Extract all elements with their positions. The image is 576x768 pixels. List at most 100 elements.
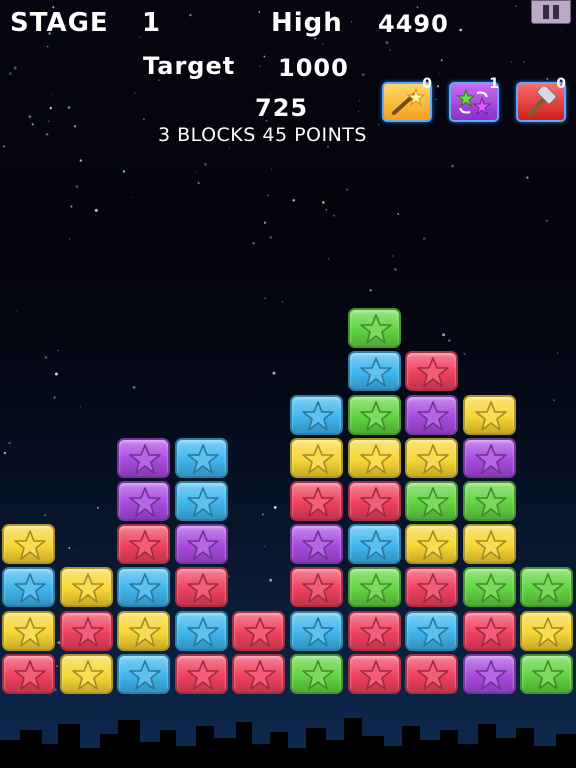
- star-icon: [532, 573, 565, 604]
- star-icon: [302, 573, 334, 604]
- star-block-blue[interactable]: [290, 610, 343, 651]
- star-block-green[interactable]: [347, 394, 401, 435]
- star-icon: [359, 573, 392, 604]
- star-block-green[interactable]: [520, 567, 574, 608]
- star-block-blue[interactable]: [347, 524, 401, 565]
- star-icon: [186, 487, 219, 517]
- game-screen: STAGE 1 High 4490 Target 1000 725 3 BLOC…: [0, 0, 576, 768]
- star-block-purple[interactable]: [290, 524, 343, 565]
- star-block-red[interactable]: [290, 481, 343, 521]
- star-icon: [186, 443, 219, 474]
- star-block-blue[interactable]: [174, 610, 228, 651]
- star-icon: [129, 616, 161, 647]
- star-icon: [186, 659, 219, 690]
- star-block-blue[interactable]: [174, 437, 228, 478]
- star-block-red[interactable]: [290, 567, 343, 608]
- star-icon: [302, 530, 334, 560]
- star-icon: [14, 573, 46, 604]
- star-block-yellow[interactable]: [520, 610, 574, 651]
- star-icon: [14, 530, 46, 560]
- star-block-red[interactable]: [405, 351, 459, 392]
- star-block-yellow[interactable]: [59, 653, 113, 694]
- star-block-green[interactable]: [520, 653, 574, 694]
- star-icon: [474, 400, 507, 431]
- star-block-yellow[interactable]: [117, 610, 171, 651]
- star-block-blue[interactable]: [347, 351, 401, 392]
- star-icon: [71, 616, 104, 647]
- star-block-red[interactable]: [232, 653, 286, 694]
- star-icon: [417, 357, 449, 388]
- star-block-purple[interactable]: [405, 394, 459, 435]
- star-block-red[interactable]: [347, 610, 401, 651]
- star-block-yellow[interactable]: [462, 394, 516, 435]
- star-icon: [244, 616, 277, 647]
- star-icon: [129, 573, 161, 604]
- star-block-blue[interactable]: [117, 567, 171, 608]
- game-board: [0, 0, 576, 768]
- star-block-blue[interactable]: [290, 394, 343, 435]
- star-icon: [186, 573, 219, 604]
- star-icon: [71, 659, 104, 690]
- star-block-yellow[interactable]: [2, 610, 55, 651]
- star-icon: [244, 659, 277, 690]
- star-block-red[interactable]: [174, 653, 228, 694]
- star-block-green[interactable]: [462, 481, 516, 521]
- star-icon: [359, 530, 392, 560]
- star-icon: [129, 530, 161, 560]
- star-icon: [474, 530, 507, 560]
- star-icon: [71, 573, 104, 604]
- star-block-red[interactable]: [232, 610, 286, 651]
- star-icon: [417, 487, 449, 517]
- star-block-red[interactable]: [347, 481, 401, 521]
- star-icon: [359, 659, 392, 690]
- star-icon: [532, 616, 565, 647]
- star-block-red[interactable]: [405, 567, 459, 608]
- star-block-green[interactable]: [405, 481, 459, 521]
- star-icon: [474, 573, 507, 604]
- star-block-purple[interactable]: [462, 653, 516, 694]
- star-icon: [359, 443, 392, 474]
- star-icon: [14, 616, 46, 647]
- star-icon: [474, 616, 507, 647]
- star-block-red[interactable]: [2, 653, 55, 694]
- star-icon: [417, 530, 449, 560]
- star-icon: [359, 616, 392, 647]
- star-icon: [186, 616, 219, 647]
- star-block-green[interactable]: [347, 567, 401, 608]
- star-block-purple[interactable]: [462, 437, 516, 478]
- star-icon: [302, 487, 334, 517]
- star-block-blue[interactable]: [174, 481, 228, 521]
- star-block-yellow[interactable]: [59, 567, 113, 608]
- star-block-blue[interactable]: [405, 610, 459, 651]
- star-icon: [302, 616, 334, 647]
- star-icon: [532, 659, 565, 690]
- star-icon: [417, 659, 449, 690]
- star-block-green[interactable]: [290, 653, 343, 694]
- star-icon: [14, 659, 46, 690]
- star-block-yellow[interactable]: [290, 437, 343, 478]
- star-block-blue[interactable]: [2, 567, 55, 608]
- star-block-red[interactable]: [462, 610, 516, 651]
- star-block-green[interactable]: [347, 308, 401, 349]
- star-block-green[interactable]: [462, 567, 516, 608]
- star-block-red[interactable]: [405, 653, 459, 694]
- star-block-yellow[interactable]: [405, 524, 459, 565]
- star-block-blue[interactable]: [117, 653, 171, 694]
- star-block-yellow[interactable]: [462, 524, 516, 565]
- star-block-red[interactable]: [59, 610, 113, 651]
- star-icon: [417, 400, 449, 431]
- star-icon: [359, 487, 392, 517]
- star-icon: [359, 357, 392, 388]
- star-icon: [474, 443, 507, 474]
- star-icon: [302, 659, 334, 690]
- star-block-purple[interactable]: [174, 524, 228, 565]
- star-block-purple[interactable]: [117, 481, 171, 521]
- star-block-purple[interactable]: [117, 437, 171, 478]
- star-block-red[interactable]: [347, 653, 401, 694]
- star-block-red[interactable]: [117, 524, 171, 565]
- star-block-red[interactable]: [174, 567, 228, 608]
- star-block-yellow[interactable]: [347, 437, 401, 478]
- star-block-yellow[interactable]: [405, 437, 459, 478]
- star-block-yellow[interactable]: [2, 524, 55, 565]
- star-icon: [474, 487, 507, 517]
